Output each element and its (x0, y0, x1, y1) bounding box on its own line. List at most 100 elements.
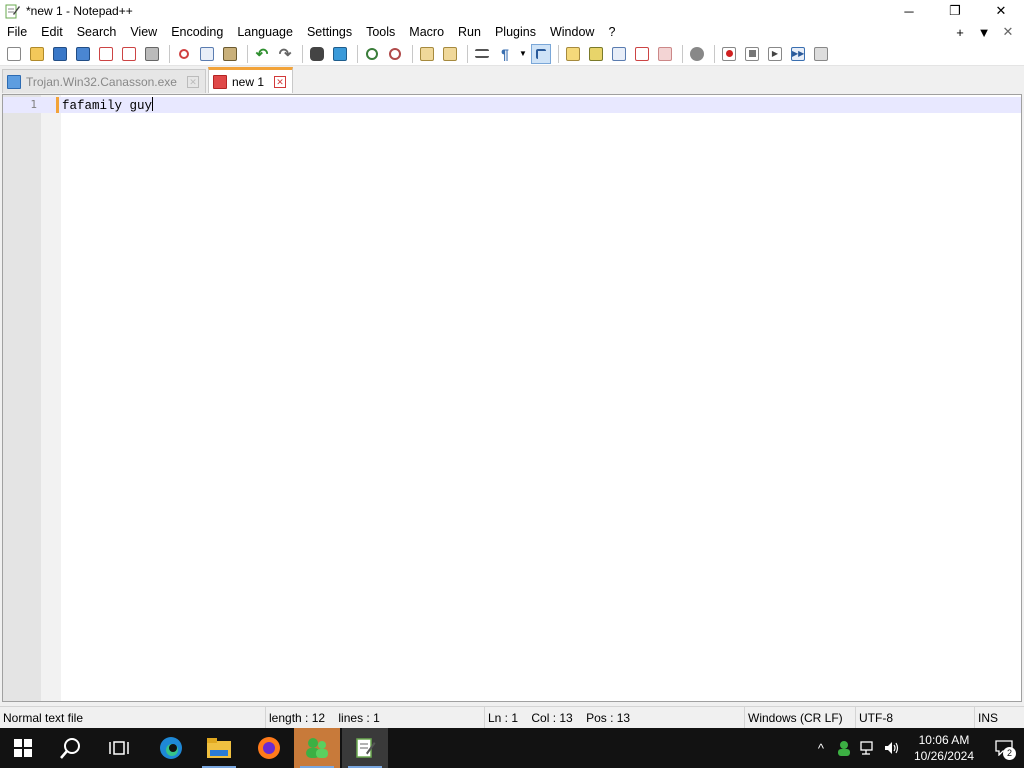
tab-list-button[interactable]: ▼ (972, 25, 996, 40)
menu-edit[interactable]: Edit (34, 22, 70, 42)
change-history-marker (56, 97, 59, 113)
find-icon[interactable] (307, 44, 327, 64)
edge-icon (160, 737, 182, 759)
toolbar-separator (247, 44, 248, 63)
user-language-icon[interactable] (563, 44, 583, 64)
windows-taskbar: ^ 10:06 AM 10/26/2024 2 (0, 728, 1024, 768)
play-macro-icon[interactable]: ▶ (765, 44, 785, 64)
menu-language[interactable]: Language (230, 22, 300, 42)
taskbar-firefox[interactable] (246, 728, 292, 768)
status-filetype: Normal text file (3, 711, 84, 725)
text-editor[interactable]: 1 fafamily guy (2, 94, 1022, 702)
menu-help[interactable]: ? (601, 22, 622, 42)
status-length-lines: length : 12 lines : 1 (265, 707, 480, 729)
title-bar: *new 1 - Notepad++ ─ ❐ ✕ (0, 0, 1024, 22)
stop-record-icon[interactable] (742, 44, 762, 64)
clock[interactable]: 10:06 AM 10/26/2024 (904, 732, 984, 764)
toolbar-separator (682, 44, 683, 63)
close-all-icon[interactable] (119, 44, 139, 64)
folder-workspace-icon[interactable] (632, 44, 652, 64)
function-list-icon[interactable] (609, 44, 629, 64)
task-view-button[interactable] (96, 728, 142, 768)
taskbar-messenger-app[interactable] (294, 728, 340, 768)
menu-search[interactable]: Search (70, 22, 124, 42)
copy-icon[interactable] (197, 44, 217, 64)
close-document-button[interactable]: ✕ (996, 24, 1020, 40)
cut-icon[interactable] (174, 44, 194, 64)
run-macro-multiple-icon[interactable]: ▶▶ (788, 44, 808, 64)
print-icon[interactable] (142, 44, 162, 64)
menu-view[interactable]: View (123, 22, 164, 42)
indent-guide-icon[interactable] (531, 43, 551, 64)
menu-file[interactable]: File (0, 22, 34, 42)
status-eol[interactable]: Windows (CR LF) (744, 707, 854, 729)
sync-vertical-icon[interactable] (417, 44, 437, 64)
network-icon[interactable] (856, 741, 880, 755)
zoom-in-icon[interactable] (362, 44, 382, 64)
toolbar-separator (558, 44, 559, 63)
monitoring-icon[interactable] (655, 44, 675, 64)
clock-time: 10:06 AM (918, 733, 970, 747)
line-number-margin (3, 95, 41, 701)
notification-center-button[interactable]: 2 (984, 728, 1024, 768)
taskbar-notepadpp[interactable] (342, 728, 388, 768)
volume-icon[interactable] (880, 741, 904, 755)
record-macro-icon[interactable] (719, 44, 739, 64)
menu-plugins[interactable]: Plugins (488, 22, 543, 42)
macro-record-indicator-icon[interactable] (687, 44, 707, 64)
toolbar: ↶ ↷ ¶ ▼ ▶ ▶▶ (0, 42, 1024, 66)
replace-icon[interactable] (330, 44, 350, 64)
redo-icon[interactable]: ↷ (275, 44, 295, 64)
close-icon[interactable] (96, 44, 116, 64)
paste-icon[interactable] (220, 44, 240, 64)
show-hidden-icons-chevron-icon[interactable]: ^ (810, 741, 832, 756)
close-button[interactable]: ✕ (978, 0, 1024, 22)
maximize-button[interactable]: ❐ (932, 0, 978, 22)
notification-count-badge: 2 (1003, 747, 1016, 760)
editor-line-1[interactable]: fafamily guy (62, 97, 154, 114)
menu-encoding[interactable]: Encoding (164, 22, 230, 42)
start-button[interactable] (0, 728, 46, 768)
menu-window[interactable]: Window (543, 22, 601, 42)
toolbar-separator (357, 44, 358, 63)
search-button[interactable] (48, 728, 94, 768)
show-all-chars-icon[interactable]: ¶ (495, 44, 515, 64)
new-file-icon[interactable] (4, 44, 24, 64)
status-insert-mode: INS (974, 707, 1024, 729)
minimize-button[interactable]: ─ (886, 0, 932, 22)
search-icon (60, 738, 80, 759)
toolbar-separator (714, 44, 715, 63)
menu-settings[interactable]: Settings (300, 22, 359, 42)
people-icon[interactable] (832, 740, 856, 756)
notepadpp-window: *new 1 - Notepad++ ─ ❐ ✕ File Edit Searc… (0, 0, 1024, 729)
new-tab-button[interactable]: + (948, 25, 972, 40)
save-macro-icon[interactable] (811, 44, 831, 64)
menu-macro[interactable]: Macro (402, 22, 451, 42)
tab-close-icon[interactable]: ✕ (274, 75, 286, 88)
tab-new-1[interactable]: new 1 ✕ (207, 67, 293, 93)
save-icon[interactable] (50, 44, 70, 64)
window-title: *new 1 - Notepad++ (26, 4, 133, 18)
zoom-out-icon[interactable] (385, 44, 405, 64)
sync-horizontal-icon[interactable] (440, 44, 460, 64)
save-all-icon[interactable] (73, 44, 93, 64)
menu-tools[interactable]: Tools (359, 22, 402, 42)
menu-run[interactable]: Run (451, 22, 488, 42)
status-col: Col : 13 (531, 711, 573, 725)
status-lines: lines : 1 (338, 711, 380, 725)
tab-close-icon[interactable]: ✕ (186, 75, 199, 88)
tab-trojan-exe[interactable]: Trojan.Win32.Canasson.exe ✕ (2, 69, 206, 93)
menu-bar: File Edit Search View Encoding Language … (0, 22, 1024, 42)
undo-icon[interactable]: ↶ (252, 44, 272, 64)
word-wrap-icon[interactable] (472, 44, 492, 64)
unsaved-file-icon (212, 74, 227, 89)
taskbar-file-explorer[interactable] (196, 728, 242, 768)
taskbar-edge[interactable] (148, 728, 194, 768)
open-file-icon[interactable] (27, 44, 47, 64)
dropdown-arrow-icon[interactable]: ▼ (518, 44, 528, 64)
status-encoding[interactable]: UTF-8 (855, 707, 973, 729)
toolbar-separator (467, 44, 468, 63)
menu-right-controls: + ▼ ✕ (948, 22, 1020, 42)
doc-map-icon[interactable] (586, 44, 606, 64)
tab-label: Trojan.Win32.Canasson.exe (26, 74, 177, 89)
